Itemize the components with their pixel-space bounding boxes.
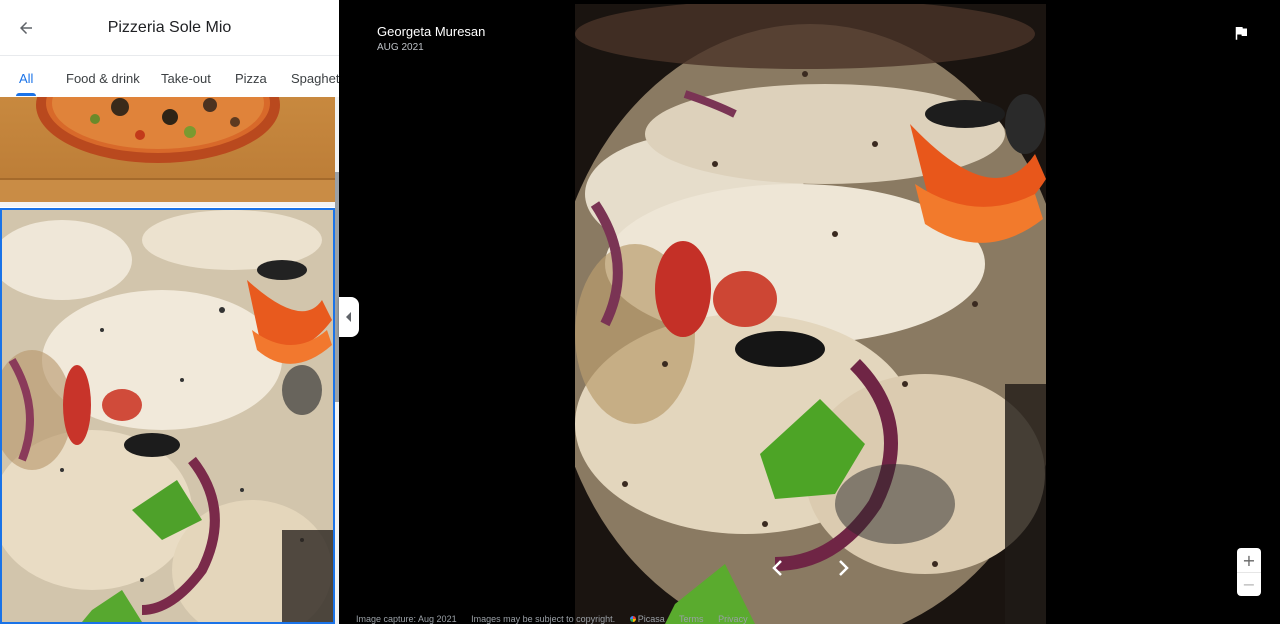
pizza-main-photo bbox=[575, 4, 1046, 624]
chevron-left-icon bbox=[772, 560, 782, 576]
picasa-credit: Picasa bbox=[629, 614, 665, 624]
photo-viewer: Georgeta Muresan AUG 2021 + − Image capt… bbox=[339, 0, 1280, 624]
report-button[interactable] bbox=[1232, 24, 1250, 42]
terms-link[interactable]: Terms bbox=[679, 614, 704, 624]
panel-header: Pizzeria Sole Mio bbox=[0, 0, 339, 56]
flag-icon bbox=[1235, 27, 1247, 40]
place-title: Pizzeria Sole Mio bbox=[107, 19, 232, 36]
active-tab-indicator bbox=[16, 93, 36, 96]
photo-thumbnails bbox=[0, 97, 335, 624]
photo-date: AUG 2021 bbox=[377, 42, 424, 53]
picasa-label: Picasa bbox=[637, 614, 665, 624]
photo-thumbnail-selected[interactable] bbox=[0, 208, 335, 624]
main-photo[interactable] bbox=[575, 4, 1046, 624]
tab-all[interactable]: All bbox=[19, 71, 33, 86]
collapse-arrow-icon bbox=[346, 312, 351, 322]
attribution-footer: Image capture: Aug 2021 Images may be su… bbox=[356, 614, 760, 624]
photo-list-panel: Pizzeria Sole Mio All Food & drink Take-… bbox=[0, 0, 339, 624]
tab-food-and-drink[interactable]: Food & drink bbox=[66, 71, 140, 86]
copyright-notice: Images may be subject to copyright. bbox=[471, 614, 616, 624]
category-tabs: All Food & drink Take-out Pizza Spaghett… bbox=[0, 56, 339, 97]
zoom-out-button[interactable]: − bbox=[1237, 572, 1261, 596]
pizza-box-photo bbox=[0, 97, 335, 207]
previous-photo-button[interactable] bbox=[765, 556, 789, 580]
tab-spaghetti[interactable]: Spaghetti bbox=[291, 71, 339, 86]
author-name[interactable]: Georgeta Muresan bbox=[377, 24, 485, 39]
capture-date: Image capture: Aug 2021 bbox=[356, 614, 457, 624]
zoom-in-button[interactable]: + bbox=[1237, 548, 1261, 572]
tab-pizza[interactable]: Pizza bbox=[235, 71, 267, 86]
chevron-right-icon bbox=[839, 560, 849, 576]
picasa-logo-icon bbox=[629, 616, 636, 622]
collapse-panel-button[interactable] bbox=[339, 297, 359, 337]
tab-take-out[interactable]: Take-out bbox=[161, 71, 211, 86]
photo-thumbnail[interactable] bbox=[0, 97, 335, 207]
privacy-link[interactable]: Privacy bbox=[718, 614, 748, 624]
zoom-control: + − bbox=[1237, 548, 1261, 596]
next-photo-button[interactable] bbox=[832, 556, 856, 580]
pizza-closeup-photo bbox=[2, 210, 333, 622]
